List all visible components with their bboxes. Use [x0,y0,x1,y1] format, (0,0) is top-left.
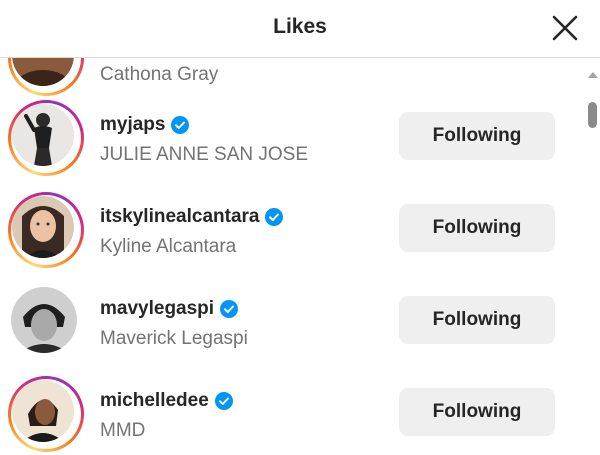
full-name: Kyline Alcantara [100,236,237,257]
close-icon[interactable] [551,14,579,42]
username: mavylegaspi [100,298,215,319]
username-link[interactable]: itskylinealcantara [100,206,284,228]
story-ring [8,58,84,96]
following-button[interactable]: Following [399,112,555,160]
verified-badge-icon [265,208,284,226]
following-button[interactable]: Following [399,388,555,436]
full-name: JULIE ANNE SAN JOSE [100,144,309,165]
verified-badge-icon [214,392,233,410]
story-ring [8,376,84,452]
username: itskylinealcantara [100,206,260,227]
full-name: Cathona Gray [100,64,219,85]
full-name: MMD [100,420,146,441]
username-link[interactable]: myjaps [100,114,190,136]
avatar[interactable] [11,287,77,353]
avatar[interactable] [12,380,74,442]
following-button[interactable]: Following [399,296,555,344]
scroll-up-arrow-icon[interactable] [588,72,598,78]
story-ring [8,192,84,268]
username-link[interactable]: michelledee [100,390,233,412]
story-ring [8,100,84,176]
scrollbar-thumb[interactable] [588,102,597,128]
username: myjaps [100,114,166,135]
list-item: myjaps JULIE ANNE SAN JOSE Following [0,92,584,184]
avatar-frame [8,284,84,360]
avatar[interactable] [12,104,74,166]
dialog-title: Likes [273,15,327,38]
username-link[interactable]: mavylegaspi [100,298,239,320]
avatar[interactable] [12,196,74,258]
dialog-header: Likes [0,0,600,58]
list-item: mavylegaspi Maverick Legaspi Following [0,276,584,368]
verified-badge-icon [171,116,190,134]
following-button[interactable]: Following [399,204,555,252]
list-item: itskylinealcantara Kyline Alcantara Foll… [0,184,584,276]
list-item: michelledee MMD Following [0,368,584,455]
likes-list: Cathona Gray myjaps JULIE ANNE SAN JOSE … [0,58,584,455]
full-name: Maverick Legaspi [100,328,248,349]
verified-badge-icon [220,300,239,318]
username: michelledee [100,390,209,411]
scrollbar[interactable] [584,58,600,455]
